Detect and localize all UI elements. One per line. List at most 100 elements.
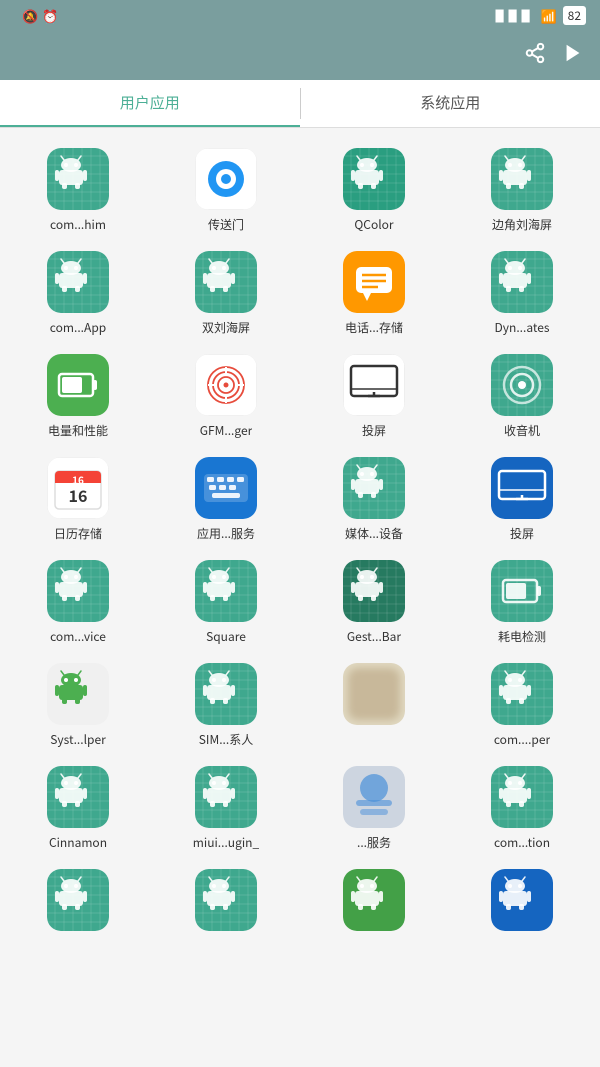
share-icon[interactable] (524, 41, 546, 70)
app-label-qcolor: QColor (354, 216, 393, 233)
app-label-meiti: 媒体...设备 (345, 525, 403, 542)
app-item-topin[interactable]: 投屏 (300, 344, 448, 447)
app-label-syshelper: Syst...lper (50, 731, 106, 748)
app-icon-blurred2 (343, 766, 405, 828)
app-item-comhim[interactable]: com...him (4, 138, 152, 241)
app-label-blurred2: ...服务 (357, 834, 391, 851)
app-icon-comper (491, 663, 553, 725)
app-icon-qcolor (343, 148, 405, 210)
status-alarm-icon: ⏰ (42, 6, 58, 25)
app-label-topin: 投屏 (362, 422, 386, 439)
app-icon-bianjiao (491, 148, 553, 210)
app-icon-comvice (47, 560, 109, 622)
app-label-gfmger: GFM...ger (200, 422, 253, 439)
app-item-shouyin[interactable]: 收音机 (448, 344, 596, 447)
app-icon-yingyong (195, 457, 257, 519)
app-icon-blurred1 (343, 663, 405, 725)
app-icon-topin2 (491, 457, 553, 519)
app-header (0, 31, 600, 80)
app-item-meiti[interactable]: 媒体...设备 (300, 447, 448, 550)
app-icon-dianhua (343, 251, 405, 313)
app-item-qcolor[interactable]: QColor (300, 138, 448, 241)
app-icon-cinnamon (47, 766, 109, 828)
app-item-bottom3[interactable] (300, 859, 448, 945)
app-item-rili[interactable]: 16 16 日历存储 (4, 447, 152, 550)
app-item-blurred2[interactable]: ...服务 (300, 756, 448, 859)
app-icon-rili: 16 16 (47, 457, 109, 519)
app-icon-bottom2 (195, 869, 257, 931)
status-notif-icon: 🔕 (22, 6, 38, 25)
status-bar: 🔕 ⏰ ▋▋▋ 📶 82 (0, 0, 600, 31)
app-item-sim[interactable]: SIM...系人 (152, 653, 300, 756)
app-item-comtion[interactable]: com...tion (448, 756, 596, 859)
app-item-dianhua[interactable]: 电话...存储 (300, 241, 448, 344)
app-label-comvice: com...vice (50, 628, 106, 645)
app-label-comapp: com...App (50, 319, 106, 336)
status-right: ▋▋▋ 📶 82 (495, 6, 586, 25)
app-label-chuansong: 传送门 (208, 216, 244, 233)
app-label-comper: com....per (494, 731, 550, 748)
app-icon-bottom3 (343, 869, 405, 931)
app-label-miuiugin: miui...ugin_ (193, 834, 259, 851)
app-icon-topin (343, 354, 405, 416)
app-item-miuiugin[interactable]: miui...ugin_ (152, 756, 300, 859)
svg-text:16: 16 (69, 483, 88, 507)
tab-user-apps[interactable]: 用户应用 (0, 80, 300, 127)
app-label-rili: 日历存储 (54, 525, 102, 542)
app-item-bottom2[interactable] (152, 859, 300, 945)
app-label-shouyin: 收音机 (504, 422, 540, 439)
app-icon-bottom1 (47, 869, 109, 931)
app-icon-comhim (47, 148, 109, 210)
app-icon-haodian (491, 560, 553, 622)
battery-indicator: 82 (563, 6, 586, 25)
app-item-yingyong[interactable]: 应用...服务 (152, 447, 300, 550)
app-item-haodian[interactable]: 耗电检测 (448, 550, 596, 653)
tab-system-apps[interactable]: 系统应用 (301, 80, 600, 127)
app-label-dynates: Dyn...ates (494, 319, 549, 336)
wifi-icon: 📶 (540, 6, 556, 25)
app-label-gestobar: Gest...Bar (347, 628, 401, 645)
header-actions (524, 41, 584, 70)
app-item-comper[interactable]: com....per (448, 653, 596, 756)
app-icon-gestobar (343, 560, 405, 622)
app-label-topin2: 投屏 (510, 525, 534, 542)
app-label-dianhua: 电话...存储 (345, 319, 403, 336)
app-item-blurred1[interactable] (300, 653, 448, 756)
send-icon[interactable] (562, 41, 584, 70)
app-item-dynates[interactable]: Dyn...ates (448, 241, 596, 344)
app-item-bianjiao[interactable]: 边角刘海屏 (448, 138, 596, 241)
app-label-haodian: 耗电检测 (498, 628, 546, 645)
app-item-gfmger[interactable]: GFM...ger (152, 344, 300, 447)
app-icon-miuiugin (195, 766, 257, 828)
app-label-comtion: com...tion (494, 834, 550, 851)
app-item-bottom1[interactable] (4, 859, 152, 945)
app-item-square[interactable]: Square (152, 550, 300, 653)
app-icon-sim (195, 663, 257, 725)
app-label-cinnamon: Cinnamon (49, 834, 107, 851)
app-item-comapp[interactable]: com...App (4, 241, 152, 344)
app-item-chuansong[interactable]: 传送门 (152, 138, 300, 241)
status-left: 🔕 ⏰ (14, 6, 58, 25)
app-item-dianliang[interactable]: 电量和性能 (4, 344, 152, 447)
app-icon-dianliang (47, 354, 109, 416)
app-icon-meiti (343, 457, 405, 519)
app-icon-dynates (491, 251, 553, 313)
app-item-bottom4[interactable] (448, 859, 596, 945)
app-label-shuangliuhai: 双刘海屏 (202, 319, 250, 336)
app-icon-comtion (491, 766, 553, 828)
app-icon-bottom4 (491, 869, 553, 931)
signal-icon: ▋▋▋ (495, 6, 534, 25)
app-icon-gfmger (195, 354, 257, 416)
app-label-sim: SIM...系人 (199, 731, 253, 748)
app-icon-shuangliuhai (195, 251, 257, 313)
app-item-syshelper[interactable]: Syst...lper (4, 653, 152, 756)
app-label-square: Square (206, 628, 246, 645)
app-icon-syshelper (47, 663, 109, 725)
app-item-shuangliuhai[interactable]: 双刘海屏 (152, 241, 300, 344)
app-item-topin2[interactable]: 投屏 (448, 447, 596, 550)
app-item-cinnamon[interactable]: Cinnamon (4, 756, 152, 859)
app-icon-comapp (47, 251, 109, 313)
app-item-comvice[interactable]: com...vice (4, 550, 152, 653)
app-item-gestobar[interactable]: Gest...Bar (300, 550, 448, 653)
app-label-comhim: com...him (50, 216, 106, 233)
